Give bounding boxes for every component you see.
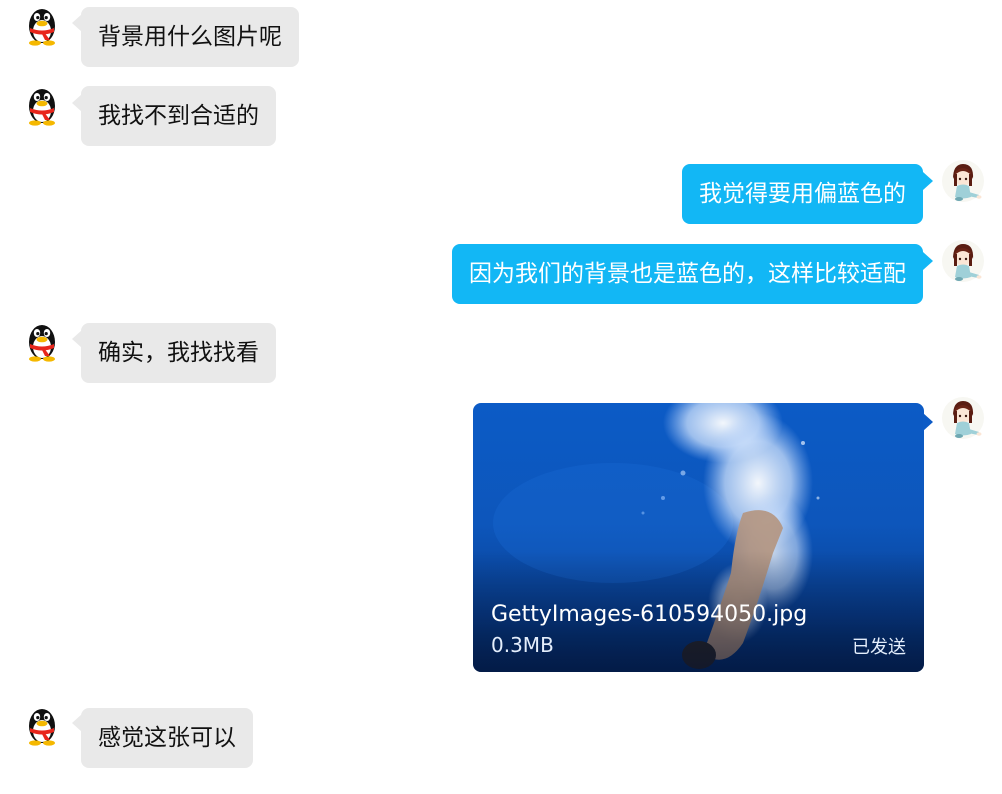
contact-avatar[interactable]	[20, 702, 64, 746]
anime-girl-avatar-icon	[942, 160, 984, 202]
message-row: 确实，我找找看	[0, 316, 1002, 386]
message-row: 我觉得要用偏蓝色的	[0, 158, 1002, 228]
file-name: GettyImages-610594050.jpg	[491, 602, 808, 627]
penguin-avatar-icon	[29, 9, 55, 46]
self-avatar[interactable]	[941, 239, 985, 283]
message-row: 我找不到合适的	[0, 80, 1002, 150]
message-bubble[interactable]: 我找不到合适的	[81, 86, 276, 146]
message-bubble[interactable]: 确实，我找找看	[81, 323, 276, 383]
file-size: 0.3MB	[491, 633, 554, 657]
message-bubble[interactable]: 感觉这张可以	[81, 708, 253, 768]
self-avatar[interactable]	[941, 159, 985, 203]
image-file-message[interactable]: GettyImages-610594050.jpg 0.3MB 已发送	[473, 403, 924, 672]
bubble-tail	[923, 413, 933, 431]
message-bubble[interactable]: 背景用什么图片呢	[81, 7, 299, 67]
message-bubble[interactable]: 因为我们的背景也是蓝色的，这样比较适配	[452, 244, 923, 304]
bubble-tail	[923, 252, 933, 270]
message-row: 背景用什么图片呢	[0, 0, 1002, 70]
send-status: 已发送	[852, 637, 906, 658]
message-row: 因为我们的背景也是蓝色的，这样比较适配	[0, 238, 1002, 308]
penguin-avatar-icon	[29, 709, 55, 746]
anime-girl-avatar-icon	[942, 240, 984, 282]
self-avatar[interactable]	[941, 396, 985, 440]
contact-avatar[interactable]	[20, 82, 64, 126]
anime-girl-avatar-icon	[942, 397, 984, 439]
contact-avatar[interactable]	[20, 318, 64, 362]
message-bubble[interactable]: 我觉得要用偏蓝色的	[682, 164, 923, 224]
penguin-avatar-icon	[29, 89, 55, 126]
penguin-avatar-icon	[29, 325, 55, 362]
message-row: 感觉这张可以	[0, 700, 1002, 770]
bubble-tail	[923, 172, 933, 190]
contact-avatar[interactable]	[20, 2, 64, 46]
